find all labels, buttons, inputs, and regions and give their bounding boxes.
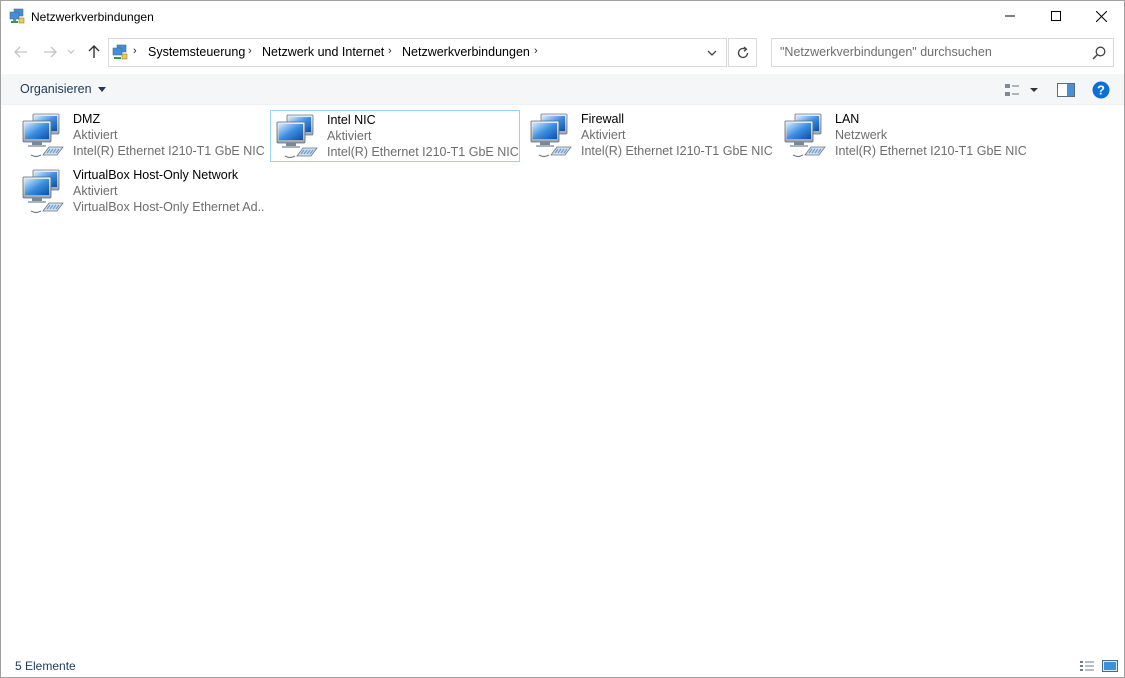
breadcrumb-separator[interactable]: › [248,45,252,57]
network-adapter-icon [276,114,318,159]
recent-locations-button[interactable] [65,43,77,61]
connection-name: VirtualBox Host-Only Network [73,168,239,182]
svg-text:?: ? [1097,83,1105,98]
breadcrumb-systemsteuerung[interactable]: Systemsteuerung [148,45,245,59]
minimize-button[interactable] [987,1,1033,31]
preview-pane-button[interactable] [1056,80,1076,100]
status-bar: 5 Elemente [1,655,1124,677]
network-connections-icon [112,44,128,60]
close-icon [1095,10,1107,22]
search-icon[interactable] [1091,45,1107,61]
change-view-button[interactable] [1001,80,1041,100]
maximize-icon [1051,11,1061,21]
connection-device: Intel(R) Ethernet I210-T1 GbE NIC ... [835,144,1027,158]
network-adapter-icon [784,113,826,158]
connection-status: Aktiviert [327,129,372,143]
connection-device: Intel(R) Ethernet I210-T1 GbE NIC ... [581,144,773,158]
breadcrumb-netzwerkverbindungen[interactable]: Netzwerkverbindungen [402,45,530,59]
help-button[interactable]: ? [1091,80,1111,100]
close-button[interactable] [1078,1,1124,31]
change-view-icon [1005,84,1038,96]
search-box[interactable] [771,38,1114,67]
breadcrumb-netzwerk-und-internet[interactable]: Netzwerk und Internet [262,45,384,59]
large-icons-view-button[interactable] [1102,658,1118,674]
back-button[interactable] [12,43,30,61]
breadcrumb-separator[interactable]: › [534,45,538,57]
connection-item-lan[interactable]: LAN Netzwerk Intel(R) Ethernet I210-T1 G… [779,110,1029,162]
network-adapter-icon [530,113,572,158]
caret-down-icon [97,87,106,93]
connection-device: Intel(R) Ethernet I210-T1 GbE NIC ... [73,144,265,158]
connection-device: VirtualBox Host-Only Ethernet Ad... [73,200,265,214]
forward-button[interactable] [41,43,59,61]
command-bar: Organisieren ? [1,74,1124,105]
connection-status: Aktiviert [73,128,118,142]
connection-item-virtualbox[interactable]: VirtualBox Host-Only Network Aktiviert V… [17,166,267,218]
organize-button[interactable]: Organisieren [20,82,106,96]
connection-name: DMZ [73,112,101,126]
connection-item-intel-nic[interactable]: Intel NIC Aktiviert Intel(R) Ethernet I2… [270,110,520,162]
connection-item-firewall[interactable]: Firewall Aktiviert Intel(R) Ethernet I21… [525,110,775,162]
refresh-icon [737,46,748,58]
recent-locations-icon [67,49,75,54]
connection-name: Intel NIC [327,113,376,127]
back-arrow-icon [14,46,27,58]
large-icons-view-icon [1102,660,1118,672]
up-button[interactable] [85,43,103,61]
breadcrumb-separator[interactable]: › [388,45,392,57]
chevron-down-icon [707,50,717,56]
connection-status: Netzwerk [835,128,888,142]
search-input[interactable] [780,45,1080,59]
connection-status: Aktiviert [73,184,118,198]
maximize-button[interactable] [1033,1,1079,31]
preview-pane-icon [1057,83,1075,97]
title-bar[interactable]: Netzwerkverbindungen [1,1,1124,32]
network-adapter-icon [22,169,64,214]
minimize-icon [1005,15,1015,17]
help-icon: ? [1092,81,1110,99]
forward-arrow-icon [44,46,57,58]
network-adapter-icon [22,113,64,158]
connection-device: Intel(R) Ethernet I210-T1 GbE NIC [327,145,519,159]
refresh-button[interactable] [728,38,757,67]
breadcrumb-separator[interactable]: › [133,45,137,57]
connection-status: Aktiviert [581,128,626,142]
details-view-button[interactable] [1079,658,1095,674]
details-view-icon [1080,661,1094,671]
connection-name: Firewall [581,112,625,126]
address-history-button[interactable] [705,46,719,60]
up-arrow-icon [88,45,100,58]
network-connections-icon [9,8,25,24]
window-title: Netzwerkverbindungen [31,10,154,24]
address-bar[interactable]: › Systemsteuerung › Netzwerk und Interne… [108,38,727,67]
connection-name: LAN [835,112,860,126]
organize-label: Organisieren [20,82,92,96]
item-count: 5 Elemente [15,659,76,673]
explorer-window: Netzwerkverbindungen › Systemsteuerung ›… [0,0,1125,678]
connection-item-dmz[interactable]: DMZ Aktiviert Intel(R) Ethernet I210-T1 … [17,110,267,162]
